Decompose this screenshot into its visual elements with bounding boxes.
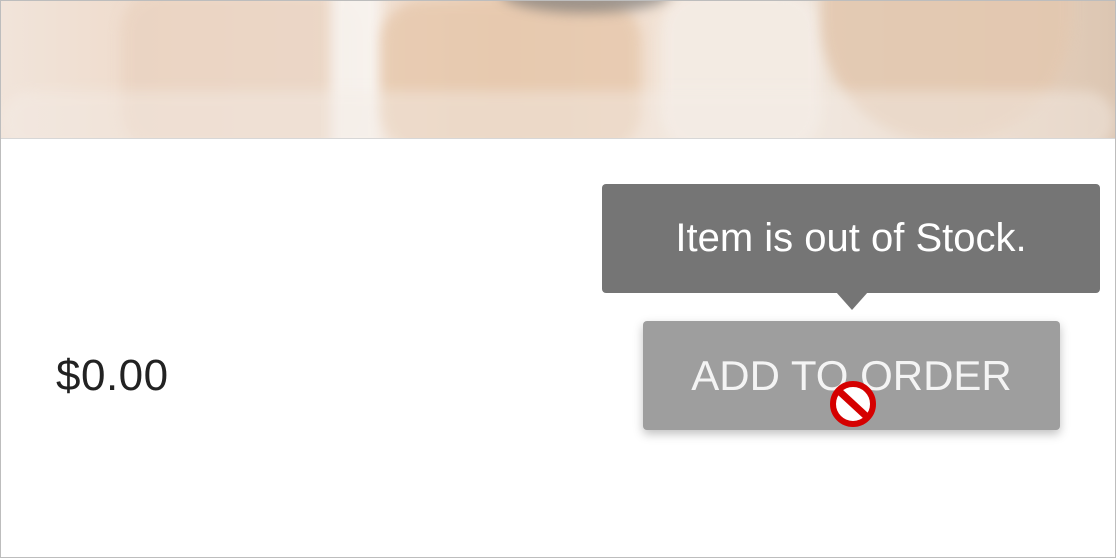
- product-image: [1, 1, 1115, 139]
- not-allowed-cursor-icon: [830, 381, 876, 427]
- out-of-stock-tooltip: Item is out of Stock.: [602, 184, 1100, 293]
- product-price: $0.00: [56, 351, 169, 400]
- product-card: $0.00 Item is out of Stock. ADD TO ORDER: [0, 0, 1116, 558]
- image-region: [1, 91, 1115, 138]
- tooltip-arrow: [836, 292, 868, 310]
